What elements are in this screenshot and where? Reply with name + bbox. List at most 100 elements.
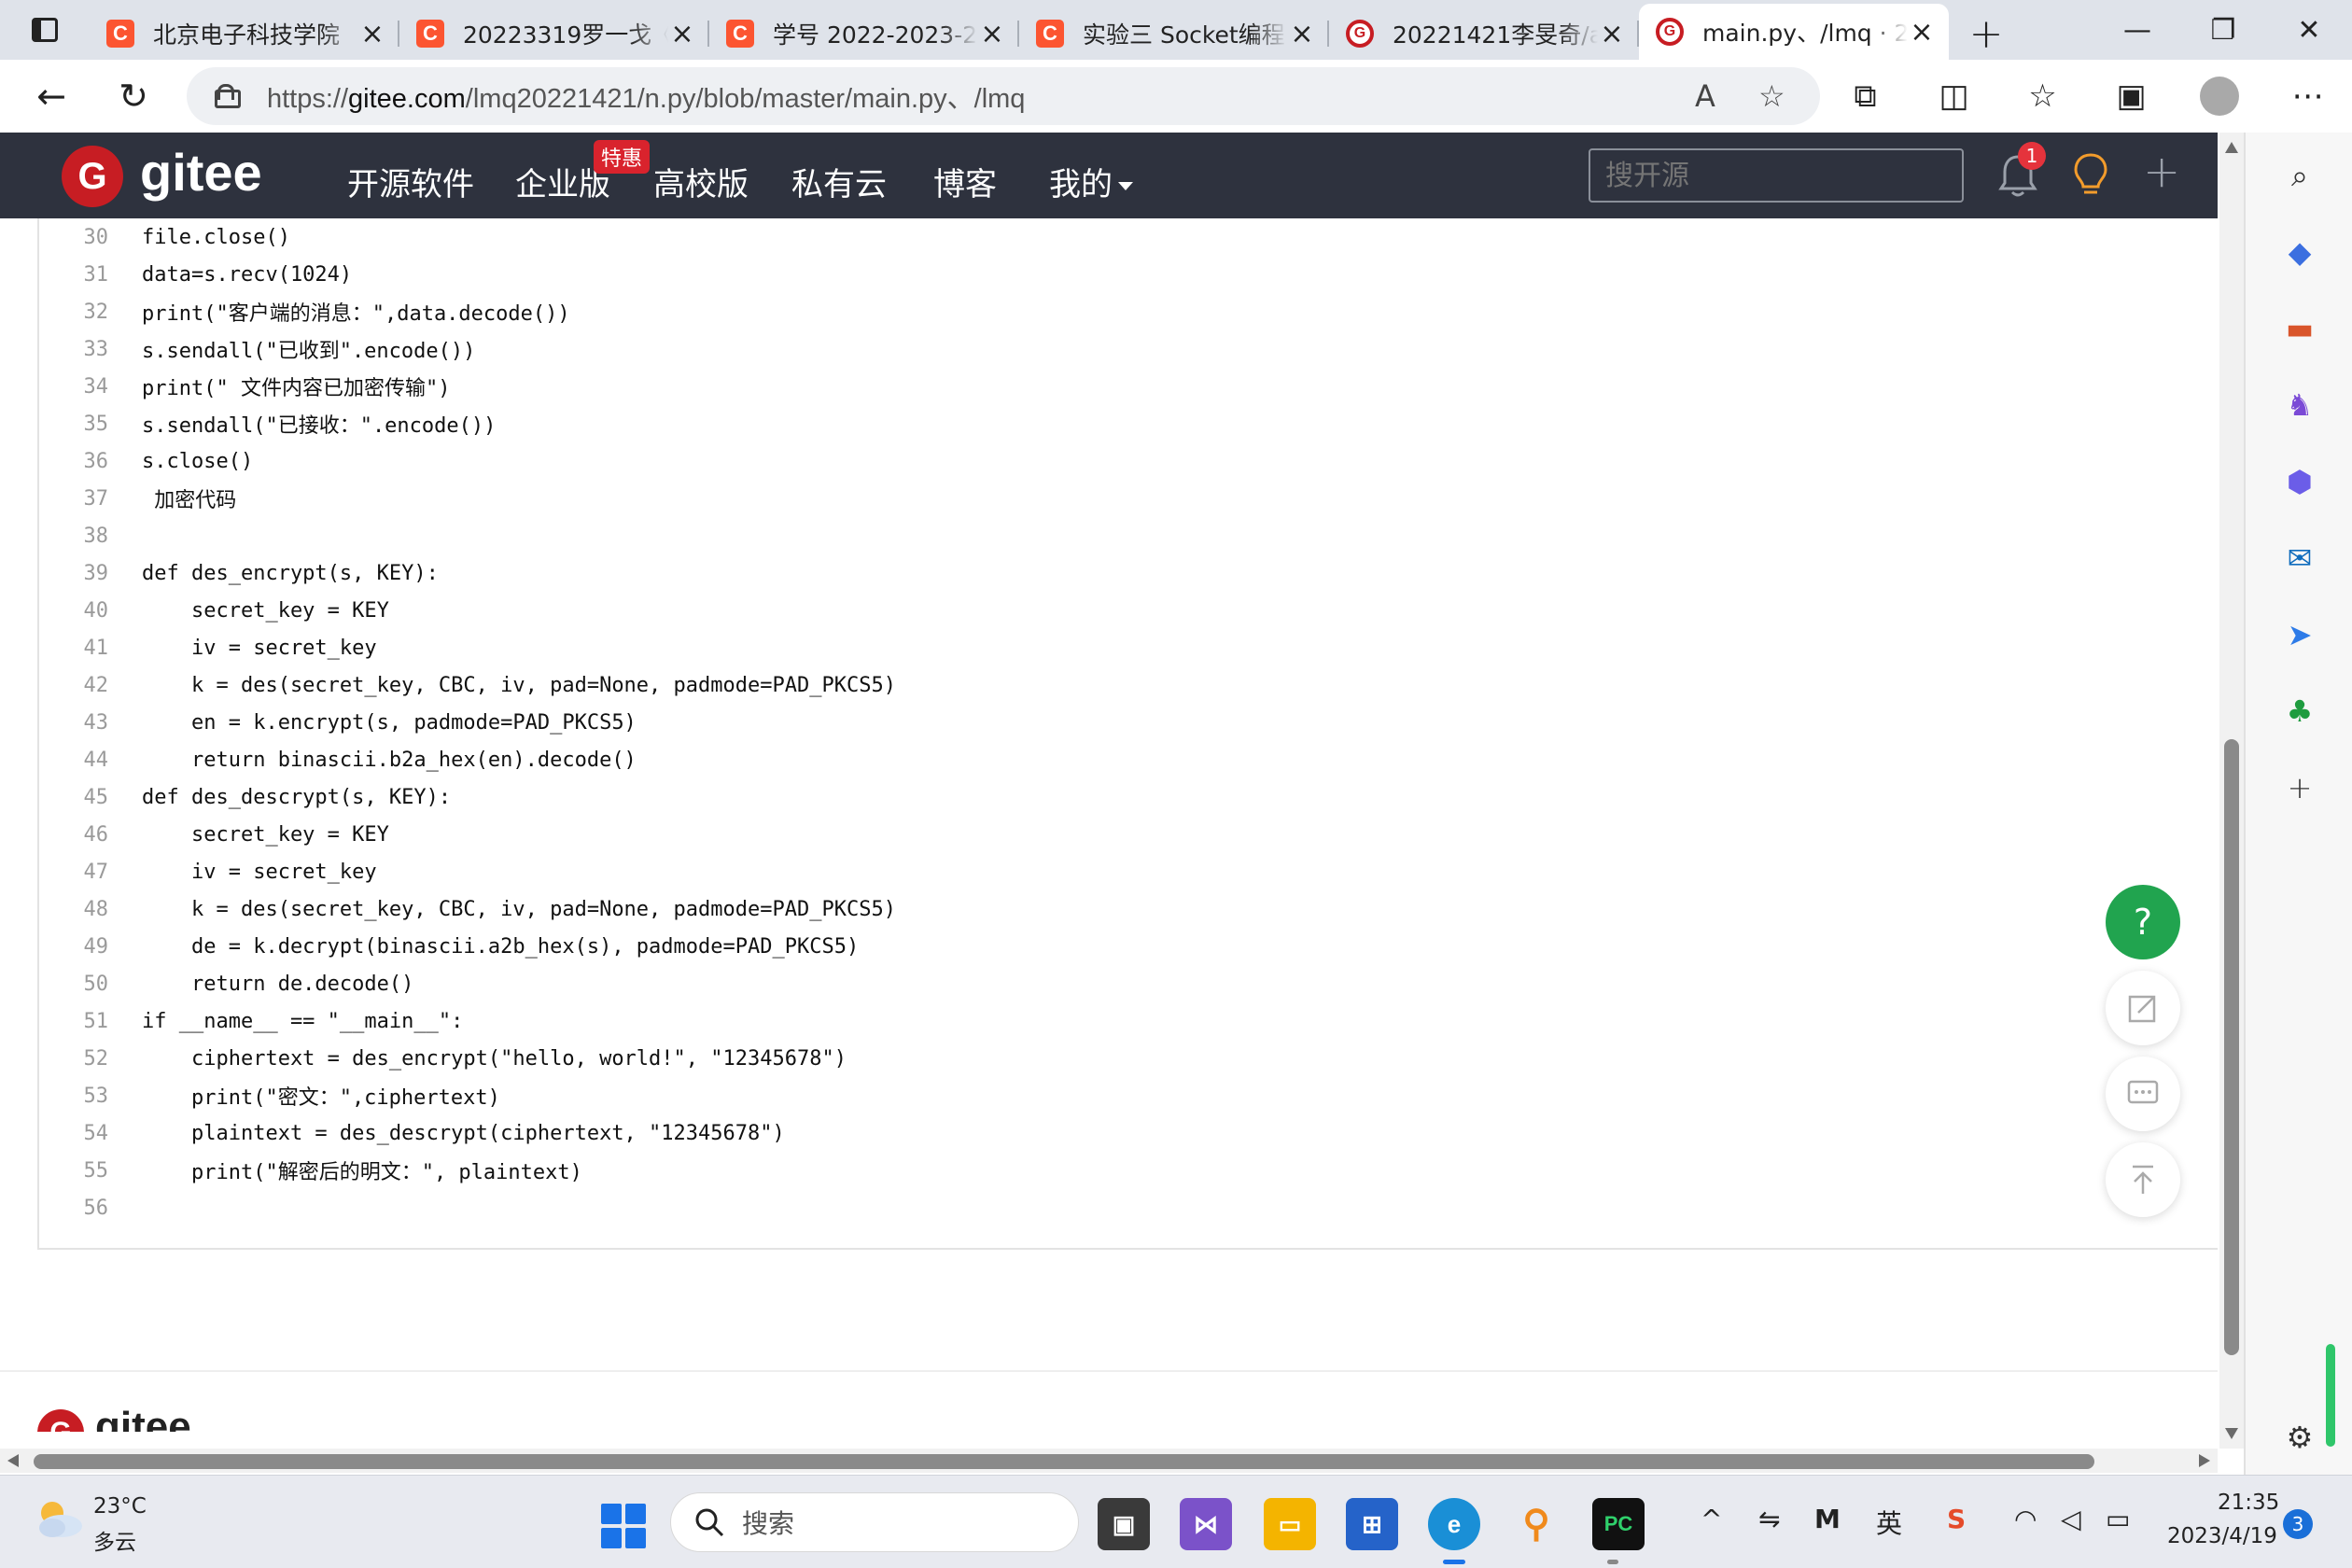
line-number[interactable]: 37 [39,487,109,511]
line-number[interactable]: 34 [39,375,109,399]
line-number[interactable]: 53 [39,1085,109,1108]
line-number[interactable]: 30 [39,226,109,249]
search-input[interactable] [1589,148,1964,203]
nav-open-source[interactable]: 开源软件 [347,159,474,204]
comment-button[interactable] [2106,1057,2180,1131]
nav-private-cloud[interactable]: 私有云 [791,159,887,204]
sidebar-toolbox-icon[interactable]: ▬ [2283,311,2317,346]
sidebar-outlook-icon[interactable]: ✉ [2283,540,2317,576]
sogou-ime-icon[interactable]: S [1947,1504,1966,1534]
lock-icon[interactable] [215,84,241,108]
footer-gitee-logo-icon[interactable]: G [37,1409,84,1432]
line-number[interactable]: 33 [39,338,109,361]
restore-button[interactable]: ❐ [2180,0,2266,60]
weather-description[interactable]: 多云 [93,1524,136,1556]
clock-time[interactable]: 21:35 [2218,1491,2279,1515]
favorites-icon[interactable]: ☆ [1998,60,2087,133]
line-number[interactable]: 35 [39,413,109,436]
line-number[interactable]: 41 [39,637,109,660]
line-number[interactable]: 45 [39,786,109,809]
more-menu-icon[interactable]: ⋯ [2263,60,2352,133]
read-aloud-icon[interactable]: A [1695,78,1715,114]
scroll-right-arrow-icon[interactable] [2199,1454,2210,1467]
help-button[interactable]: ? [2106,885,2180,959]
visual-studio-app-icon[interactable]: ⋈ [1180,1498,1232,1550]
tray-app-m-icon[interactable]: M [1814,1504,1841,1534]
microsoft-store-app-icon[interactable]: ⊞ [1346,1498,1398,1550]
tab-close-icon[interactable]: × [1288,18,1316,50]
tab-actions-button[interactable] [0,0,90,60]
add-favorite-icon[interactable]: ☆ [1758,78,1785,114]
browser-tab[interactable]: C 实验三 Socket编程 × [1019,7,1329,60]
volume-icon[interactable]: ◁ [2061,1504,2081,1534]
browser-tab[interactable]: G 20221421李旻奇/a × [1329,7,1639,60]
line-number[interactable]: 47 [39,861,109,884]
back-button[interactable]: ← [17,68,86,124]
edge-browser-app-icon[interactable]: e [1428,1498,1480,1550]
ime-language-indicator[interactable]: 英 [1876,1504,1902,1541]
horizontal-scrollbar[interactable] [0,1449,2218,1473]
line-number[interactable]: 52 [39,1047,109,1071]
pycharm-app-icon[interactable]: PC [1592,1498,1645,1550]
tray-settings-sliders-icon[interactable]: ⇋ [1758,1504,1780,1534]
line-number[interactable]: 31 [39,263,109,287]
sidebar-tree-icon[interactable]: ♣ [2283,693,2317,729]
line-number[interactable]: 55 [39,1159,109,1183]
address-bar[interactable]: https://gitee.com/lmq20221421/n.py/blob/… [187,67,1820,125]
lightbulb-icon[interactable] [2070,151,2111,200]
nav-blog[interactable]: 博客 [933,159,997,204]
task-view-app-icon[interactable]: ▣ [1098,1498,1150,1550]
line-number[interactable]: 51 [39,1010,109,1033]
split-screen-icon[interactable]: ◫ [1910,60,1998,133]
wifi-icon[interactable]: ◠ [2014,1504,2037,1534]
gitee-logo-text[interactable]: gitee [140,142,262,203]
tab-close-icon[interactable]: × [1908,16,1936,49]
sidebar-settings-gear-icon[interactable]: ⚙ [2283,1420,2317,1455]
refresh-button[interactable]: ↻ [99,68,168,124]
scroll-down-arrow-icon[interactable] [2225,1428,2238,1439]
notification-center-badge[interactable]: 3 [2283,1509,2313,1539]
vertical-scrollbar[interactable] [2219,133,2244,1449]
battery-icon[interactable]: ▭ [2106,1504,2130,1534]
tab-close-icon[interactable]: × [978,18,1006,50]
sidebar-tag-icon[interactable]: ◆ [2283,234,2317,270]
scroll-up-arrow-icon[interactable] [2225,142,2238,153]
sidebar-search-icon[interactable]: ⌕ [2283,158,2317,193]
nav-mine-dropdown[interactable]: 我的 [1049,159,1133,204]
line-number[interactable]: 38 [39,525,109,548]
line-number[interactable]: 42 [39,674,109,697]
gitee-logo-icon[interactable]: G [62,146,123,207]
tray-overflow-chevron-icon[interactable]: ^ [1701,1504,1722,1534]
profile-avatar[interactable] [2200,77,2239,116]
line-number[interactable]: 50 [39,973,109,996]
sidebar-office-icon[interactable]: ⬢ [2283,464,2317,499]
sidebar-send-icon[interactable]: ➤ [2283,617,2317,652]
line-number[interactable]: 43 [39,711,109,735]
line-number[interactable]: 48 [39,898,109,921]
line-number[interactable]: 44 [39,749,109,772]
minimize-button[interactable]: — [2094,0,2180,60]
close-window-button[interactable]: ✕ [2266,0,2352,60]
line-number[interactable]: 39 [39,562,109,585]
weather-cloud-icon[interactable] [32,1496,86,1541]
line-number[interactable]: 40 [39,599,109,623]
back-to-top-button[interactable] [2106,1142,2180,1217]
browser-tab[interactable]: C 北京电子科技学院 × [90,7,399,60]
feedback-edit-button[interactable] [2106,971,2180,1045]
new-tab-button[interactable]: + [1949,7,2023,60]
clock-date[interactable]: 2023/4/19 [2167,1524,2277,1548]
sidebar-add-icon[interactable]: + [2283,770,2317,805]
line-number[interactable]: 54 [39,1122,109,1145]
browser-tab[interactable]: C 学号 2022-2023-2 × [709,7,1019,60]
extensions-icon[interactable]: ⧉ [1821,60,1910,133]
collections-icon[interactable]: ▣ [2087,60,2176,133]
tab-close-icon[interactable]: × [358,18,386,50]
browser-tab[interactable]: C 20223319罗一戈《 × [399,7,709,60]
weather-temperature[interactable]: 23°C [93,1494,147,1519]
magnifier-app-icon[interactable]: ⚲ [1510,1498,1562,1550]
line-number[interactable]: 56 [39,1197,109,1220]
line-number[interactable]: 36 [39,450,109,473]
line-number[interactable]: 32 [39,301,109,324]
vertical-scroll-thumb[interactable] [2224,739,2239,1355]
tab-close-icon[interactable]: × [668,18,696,50]
